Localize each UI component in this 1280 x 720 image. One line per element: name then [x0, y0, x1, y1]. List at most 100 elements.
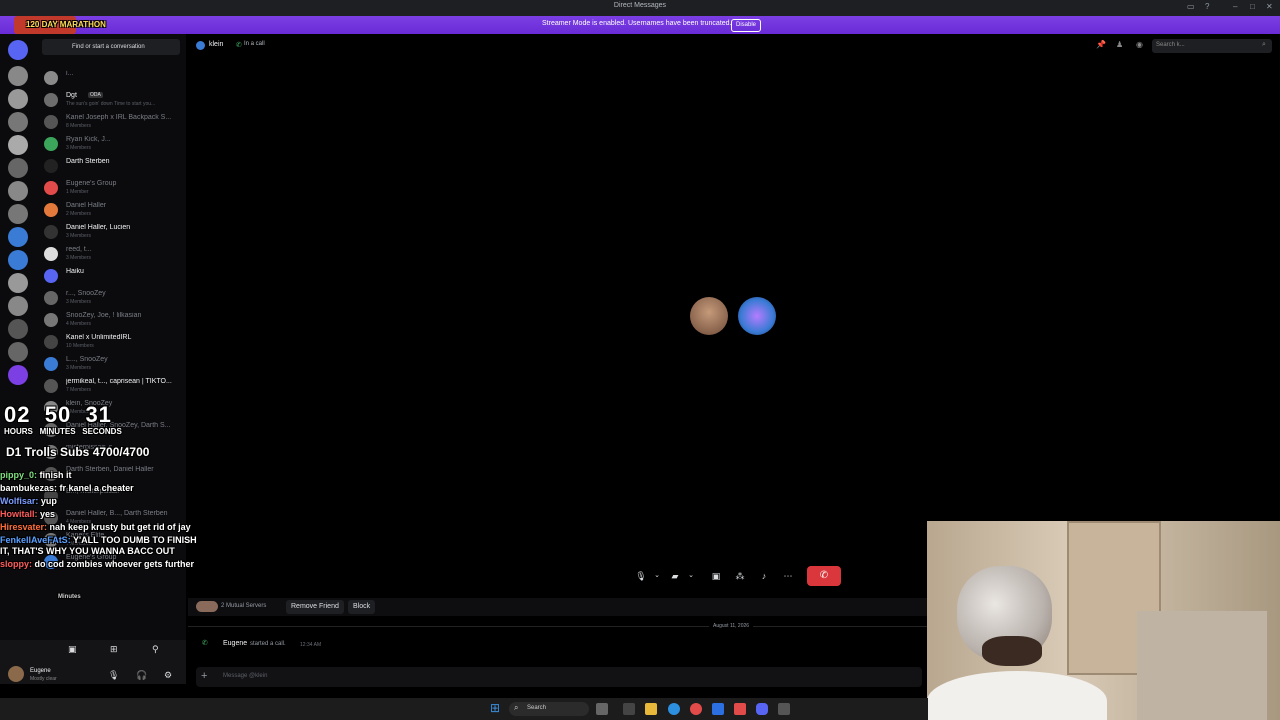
end-call-button[interactable]: ✆	[807, 566, 841, 586]
disable-button[interactable]: Disable	[731, 19, 761, 32]
dm-item[interactable]: Dgt ODA The sun's goin' down Time to start…	[44, 90, 184, 112]
grid-icon[interactable]: ⊞	[110, 644, 118, 655]
dm-item[interactable]: Daniel Haller 2 Members	[44, 200, 184, 222]
windows-start-icon[interactable]: ⊞	[490, 701, 500, 715]
server-icon[interactable]	[8, 181, 28, 201]
dm-name: Daniel Haller	[66, 202, 107, 209]
search-input[interactable]: ⌕ Search	[509, 702, 589, 716]
help-icon[interactable]: ?	[1205, 2, 1209, 11]
dm-item[interactable]: Darth Sterben	[44, 156, 184, 178]
server-icon[interactable]	[8, 296, 28, 316]
server-icon[interactable]	[8, 342, 28, 362]
dm-item[interactable]: Daniel Haller, Lucien 3 Members	[44, 222, 184, 244]
screen-share-icon[interactable]: ▣	[707, 567, 725, 585]
app-icon[interactable]	[734, 703, 746, 715]
dm-subtitle: 3 Members	[66, 365, 92, 371]
group-icon[interactable]: ▣	[68, 644, 77, 655]
chat-line: sloppy: do cod zombies whoever gets furt…	[0, 559, 198, 570]
inbox-icon[interactable]: ▭	[1187, 2, 1195, 11]
participant-avatar[interactable]	[738, 297, 776, 335]
dm-item[interactable]: L..., SnooZey 3 Members	[44, 354, 184, 376]
server-icon[interactable]	[8, 112, 28, 132]
chevron-down-icon[interactable]: ⌄	[648, 567, 666, 585]
chrome-icon[interactable]	[690, 703, 702, 715]
server-icon[interactable]	[8, 66, 28, 86]
dm-item[interactable]: Kanel Joseph x IRL Backpack S... 8 Member…	[44, 112, 184, 134]
dm-item[interactable]: Haiku	[44, 266, 184, 288]
dm-item[interactable]: Eugene's Group 1 Member	[44, 178, 184, 200]
mutual-servers[interactable]: 2 Mutual Servers	[221, 603, 266, 609]
activity-icon[interactable]: ⚲	[152, 644, 159, 655]
chat-line: Hiresvater: nah keep krusty but get rid …	[0, 522, 198, 533]
title-bar: Direct Messages ▭ ? – □ ✕	[0, 0, 1280, 16]
server-icon[interactable]	[8, 365, 28, 385]
maximize-icon[interactable]: □	[1250, 2, 1255, 11]
widgets-icon[interactable]	[596, 703, 608, 715]
participant-avatar[interactable]	[690, 297, 728, 335]
server-icon[interactable]	[8, 135, 28, 155]
server-tag: ODA	[88, 92, 103, 98]
discord-icon[interactable]	[756, 703, 768, 715]
settings-icon[interactable]: ⚙	[164, 670, 172, 681]
dm-item[interactable]: reed, t... 3 Members	[44, 244, 184, 266]
server-icon[interactable]	[8, 89, 28, 109]
chat-user: pippy_0:	[0, 470, 38, 480]
hours-label: HOURS	[4, 427, 33, 436]
chat-line: Wolfisar: yup	[0, 496, 198, 507]
dm-subtitle: 7 Members	[66, 387, 92, 393]
message-user[interactable]: Eugene	[223, 640, 247, 647]
close-icon[interactable]: ✕	[1266, 2, 1273, 11]
server-icon[interactable]	[8, 273, 28, 293]
soundboard-icon[interactable]: ♪	[755, 567, 773, 585]
avatar	[44, 71, 58, 85]
timer-labels: HOURS MINUTES SECONDS	[4, 427, 122, 436]
chat-line: bambukezas: fr kanel a cheater	[0, 483, 198, 494]
activities-icon[interactable]: ⁂	[731, 567, 749, 585]
add-friend-icon[interactable]: ♟	[1116, 40, 1123, 49]
date-label: August 11, 2026	[709, 623, 754, 629]
dm-item[interactable]: jermikeal, t..., caprisean | TIKTO... 7 M…	[44, 376, 184, 398]
avatar	[44, 247, 58, 261]
headset-icon[interactable]: 🎧	[136, 670, 147, 681]
task-view-icon[interactable]	[623, 703, 635, 715]
server-icon[interactable]	[8, 250, 28, 270]
app-icon[interactable]	[778, 703, 790, 715]
dm-item[interactable]: Kanel x UnlimitedIRL 10 Members	[44, 332, 184, 354]
server-icon[interactable]	[8, 158, 28, 178]
chat-line: pippy_0: finish it	[0, 470, 198, 481]
profile-icon[interactable]: ◉	[1136, 40, 1143, 49]
search-input[interactable]: Search k... ⌕	[1152, 39, 1272, 53]
block-button[interactable]: Block	[348, 600, 376, 614]
dm-subtitle: 3 Members	[66, 299, 92, 305]
avatar	[44, 225, 58, 239]
remove-friend-button[interactable]: Remove Friend	[286, 600, 344, 614]
home-icon[interactable]	[8, 40, 28, 60]
dm-subtitle: 3 Members	[66, 233, 92, 239]
more-icon[interactable]: ⋯	[779, 567, 797, 585]
message-input[interactable]: + Message @klein	[196, 667, 922, 687]
dm-subtitle: The sun's goin' down Time to start you..…	[66, 101, 156, 107]
user-name: Eugene	[30, 668, 51, 674]
dm-item[interactable]: Ryan Kick, J... 3 Members	[44, 134, 184, 156]
dm-name: Eugene's Group	[66, 180, 117, 187]
microphone-icon[interactable]: 🎙	[108, 670, 119, 681]
app-icon[interactable]	[712, 703, 724, 715]
server-icon[interactable]	[8, 204, 28, 224]
marathon-logo: 120 DAY MARATHON	[2, 12, 106, 42]
server-icon[interactable]	[8, 319, 28, 339]
subs-goal: D1 Trolls Subs 4700/4700	[6, 445, 150, 459]
pin-icon[interactable]: 📌	[1096, 40, 1106, 49]
timer-hours: 02	[4, 402, 31, 427]
file-explorer-icon[interactable]	[645, 703, 657, 715]
avatar	[44, 357, 58, 371]
chevron-down-icon[interactable]: ⌄	[682, 567, 700, 585]
add-attachment-icon[interactable]: +	[201, 670, 207, 682]
dm-item[interactable]: r..., SnooZey 3 Members	[44, 288, 184, 310]
edge-icon[interactable]	[668, 703, 680, 715]
dm-item[interactable]: SnooZey, Joe, ! lilkasian 4 Members	[44, 310, 184, 332]
chat-user: Wolfisar:	[0, 496, 39, 506]
avatar[interactable]	[8, 666, 24, 682]
server-icon[interactable]	[8, 227, 28, 247]
dm-item[interactable]: i...	[44, 68, 184, 90]
minimize-icon[interactable]: –	[1233, 2, 1237, 11]
